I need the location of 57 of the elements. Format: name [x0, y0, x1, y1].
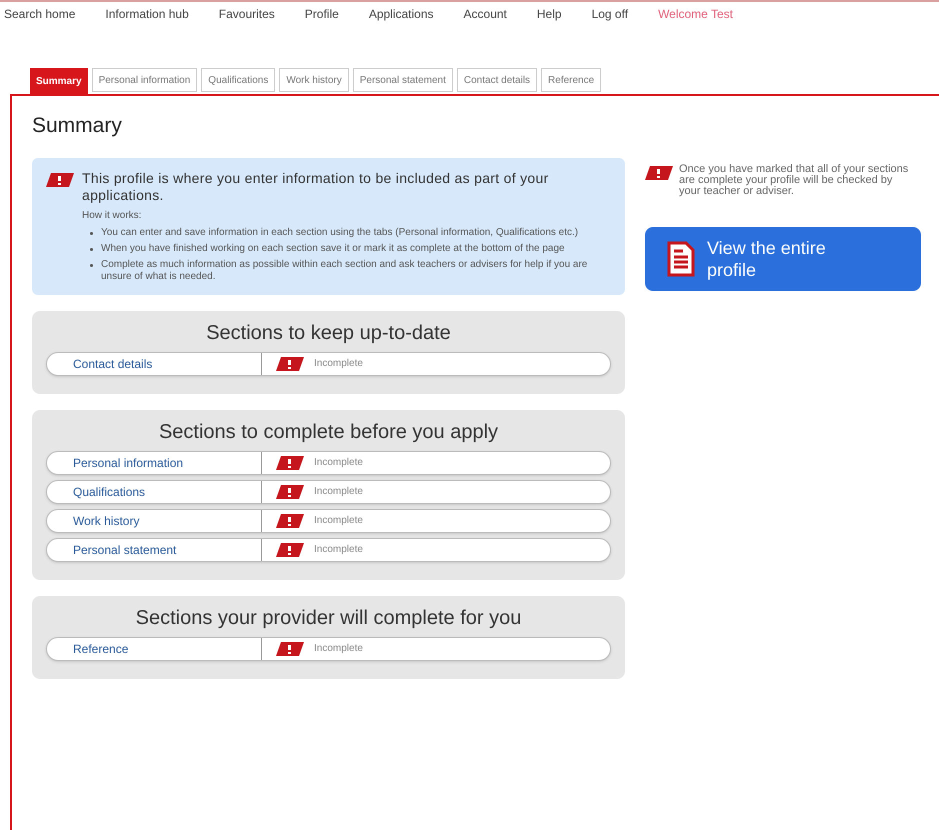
section-link[interactable]: Work history [47, 510, 262, 532]
nav-link[interactable]: Information hub [105, 5, 189, 23]
nav-link[interactable]: Log off [592, 5, 628, 23]
side-note: Once you have marked that all of your sections are complete your profile will be checked by your teacher or adviser. [679, 164, 910, 196]
tab[interactable]: Reference [541, 68, 602, 92]
section-row[interactable]: Personal statement Incomplete [46, 538, 611, 562]
bullet-icon [90, 264, 93, 266]
status-text: Incomplete [314, 485, 363, 499]
nav-link[interactable]: Favourites [218, 5, 275, 23]
group-title: Sections to complete before you apply [158, 420, 500, 444]
section-row[interactable]: Contact details Incomplete [46, 352, 611, 376]
nav-link[interactable]: Account [464, 5, 507, 23]
warning-icon [276, 484, 304, 498]
section-link[interactable]: Personal statement [47, 538, 262, 560]
tab[interactable]: Qualifications [201, 68, 276, 92]
status-text: Incomplete [314, 357, 363, 371]
section-link[interactable]: Contact details [47, 352, 262, 374]
nav-link[interactable]: Profile [304, 5, 339, 23]
status-text: Incomplete [314, 642, 363, 656]
section-link[interactable]: Reference [47, 638, 262, 660]
section-row[interactable]: Reference Incomplete [46, 636, 611, 660]
info-heading: This profile is where you enter information to be included as part of your applications. [82, 170, 550, 204]
section-link[interactable]: Qualifications [47, 480, 262, 502]
info-subheading: How it works: [82, 208, 142, 222]
nav-link[interactable]: Help [536, 5, 562, 23]
tab[interactable]: Contact details [456, 68, 538, 92]
tab[interactable]: Work history [279, 68, 349, 92]
warning-icon [46, 172, 74, 186]
warning-icon [276, 514, 304, 528]
warning-icon [276, 642, 304, 656]
bullet-icon [90, 248, 93, 250]
section-row[interactable]: Work history Incomplete [46, 508, 611, 532]
warning-icon [276, 456, 304, 470]
info-bullet: Complete as much information as possible within each section and ask teachers or advisers for help if you are unsure of what is needed. [101, 258, 588, 282]
status-text: Incomplete [314, 514, 363, 528]
warning-icon [276, 356, 304, 370]
tab[interactable]: Personal information [92, 68, 198, 92]
nav-link[interactable]: Search home [4, 5, 76, 23]
group-title: Sections your provider will complete for you [134, 606, 522, 630]
page-title: Summary [32, 113, 123, 139]
info-bullet: When you have finished working on each section save it or mark it as complete at the bottom of the page [101, 242, 565, 254]
warning-icon [645, 166, 673, 180]
tab[interactable]: Personal statement [352, 68, 453, 92]
section-link[interactable]: Personal information [47, 452, 262, 474]
tab[interactable]: Summary [30, 68, 88, 94]
status-text: Incomplete [314, 543, 363, 557]
warning-icon [276, 542, 304, 556]
bullet-icon [90, 232, 93, 234]
status-text: Incomplete [314, 456, 363, 470]
nav-link[interactable]: Applications [368, 5, 434, 23]
info-bullet: You can enter and save information in each section using the tabs (Personal information, Qualifications etc.) [101, 226, 578, 238]
welcome-message: Welcome Test [658, 6, 733, 23]
section-row[interactable]: Personal information Incomplete [46, 450, 611, 474]
section-row[interactable]: Qualifications Incomplete [46, 480, 611, 504]
view-profile-button[interactable]: View the entire profile [645, 226, 921, 290]
group-title: Sections to keep up-to-date [205, 320, 452, 346]
document-icon [667, 240, 695, 276]
